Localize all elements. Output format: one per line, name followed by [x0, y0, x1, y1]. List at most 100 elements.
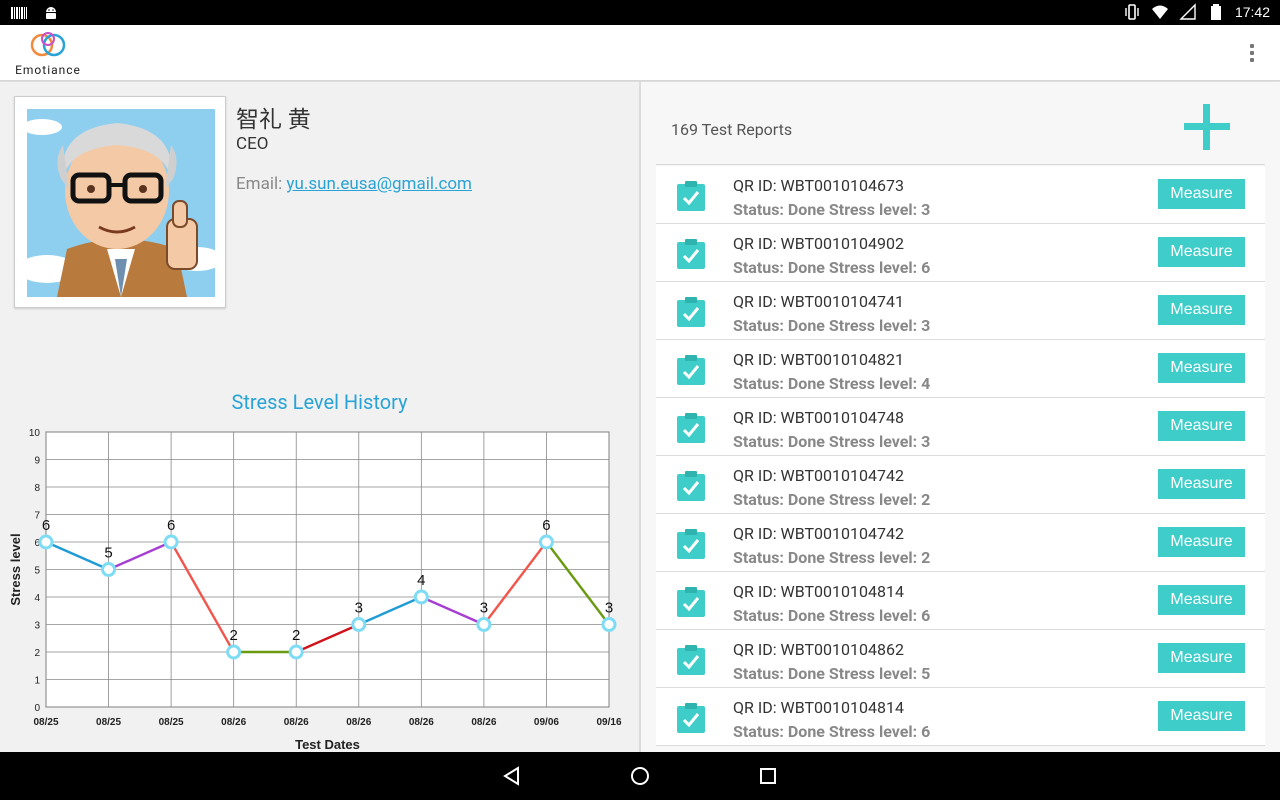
report-row[interactable]: QR ID: WBT0010104902 Status: Done Stress … — [656, 224, 1265, 282]
report-row[interactable]: QR ID: WBT0010104748 Status: Done Stress … — [656, 398, 1265, 456]
report-qr-id: QR ID: WBT0010104742 — [733, 466, 904, 485]
data-point — [38, 534, 54, 550]
data-point — [476, 617, 492, 632]
x-tick-label: 08/26 — [471, 717, 496, 728]
measure-button[interactable]: Measure — [1158, 701, 1245, 731]
measure-button[interactable]: Measure — [1158, 295, 1245, 325]
measure-button[interactable]: Measure — [1158, 585, 1245, 615]
profile-panel: 智礼 黄 CEO Email: yu.sun.eusa@gmail.com St… — [0, 82, 639, 752]
measure-button[interactable]: Measure — [1158, 643, 1245, 673]
x-tick-label: 08/26 — [284, 717, 309, 728]
avatar — [14, 96, 226, 308]
report-qr-id: QR ID: WBT0010104821 — [733, 350, 904, 369]
measure-button[interactable]: Measure — [1158, 179, 1245, 209]
report-status: Status: Done Stress level: 2 — [733, 548, 931, 567]
measure-button[interactable]: Measure — [1158, 237, 1245, 267]
x-tick-label: 09/16 — [596, 717, 621, 728]
measure-button[interactable]: Measure — [1158, 353, 1245, 383]
report-status: Status: Done Stress level: 5 — [733, 664, 931, 683]
home-icon[interactable] — [628, 764, 652, 788]
data-label: 2 — [292, 627, 300, 644]
y-tick-label: 2 — [34, 648, 40, 659]
status-time: 17:42 — [1234, 4, 1270, 20]
x-axis-label: Test Dates — [295, 737, 360, 752]
barcode-icon — [11, 7, 27, 19]
report-row[interactable]: QR ID: WBT0010104673 Status: Done Stress … — [656, 166, 1265, 224]
report-qr-id: QR ID: WBT0010104673 — [733, 176, 904, 195]
x-tick-label: 09/06 — [534, 717, 559, 728]
measure-button[interactable]: Measure — [1158, 469, 1245, 499]
measure-button[interactable]: Measure — [1158, 527, 1245, 557]
report-row[interactable]: QR ID: WBT0010104814 Status: Done Stress … — [656, 688, 1265, 746]
status-bar: 17:42 — [0, 0, 1280, 25]
avatar-illustration — [27, 109, 215, 297]
recents-icon[interactable] — [756, 764, 780, 788]
app-bar: Emotiance — [0, 25, 1280, 81]
report-qr-id: QR ID: WBT0010104902 — [733, 234, 904, 253]
data-label: 6 — [167, 517, 175, 534]
clipboard-check-icon — [677, 587, 705, 617]
reports-count: 169 Test Reports — [671, 120, 793, 139]
data-point — [413, 589, 429, 605]
report-status: Status: Done Stress level: 6 — [733, 722, 931, 741]
clipboard-check-icon — [677, 645, 705, 675]
y-tick-label: 1 — [34, 676, 40, 687]
x-tick-label: 08/25 — [96, 717, 121, 728]
profile-email: Email: yu.sun.eusa@gmail.com — [236, 174, 472, 194]
data-label: 3 — [605, 600, 613, 617]
vibrate-icon — [1125, 4, 1139, 20]
clipboard-check-icon — [677, 181, 705, 211]
back-icon[interactable] — [500, 764, 524, 788]
overflow-menu-icon[interactable] — [1244, 41, 1260, 65]
profile-title: CEO — [236, 134, 269, 154]
report-qr-id: QR ID: WBT0010104814 — [733, 582, 904, 601]
report-qr-id: QR ID: WBT0010104814 — [733, 698, 904, 717]
logo-mark-icon — [30, 32, 66, 57]
clipboard-check-icon — [677, 703, 705, 733]
report-row[interactable]: QR ID: WBT0010104814 Status: Done Stress … — [656, 572, 1265, 630]
report-row[interactable]: QR ID: WBT0010104741 Status: Done Stress … — [656, 282, 1265, 340]
data-label: 3 — [480, 600, 488, 617]
clipboard-check-icon — [677, 413, 705, 443]
wifi-icon — [1151, 5, 1168, 19]
measure-button[interactable]: Measure — [1158, 411, 1245, 441]
y-tick-label: 5 — [34, 566, 40, 577]
logo-text: Emotiance — [15, 63, 81, 77]
profile-name: 智礼 黄 — [236, 106, 311, 133]
y-tick-label: 9 — [34, 456, 40, 467]
report-row[interactable]: QR ID: WBT0010104862 Status: Done Stress … — [656, 630, 1265, 688]
data-point — [163, 534, 179, 550]
y-tick-label: 8 — [34, 483, 40, 494]
report-status: Status: Done Stress level: 6 — [733, 258, 931, 277]
report-qr-id: QR ID: WBT0010104742 — [733, 524, 904, 543]
data-point — [288, 644, 304, 660]
email-label: Email: — [236, 174, 287, 194]
report-list: QR ID: WBT0010104673 Status: Done Stress … — [656, 166, 1265, 746]
reports-panel: 169 Test Reports QR ID: WBT0010104673 Sta… — [641, 82, 1280, 752]
x-tick-label: 08/25 — [33, 717, 58, 728]
data-point — [226, 644, 242, 660]
data-point — [538, 534, 554, 550]
report-row[interactable]: QR ID: WBT0010104821 Status: Done Stress … — [656, 340, 1265, 398]
data-label: 6 — [542, 517, 550, 534]
y-axis-label: Stress level — [8, 533, 23, 605]
data-point — [351, 617, 367, 632]
data-label: 5 — [104, 545, 112, 562]
report-row[interactable]: QR ID: WBT0010104742 Status: Done Stress … — [656, 456, 1265, 514]
data-label: 6 — [42, 517, 50, 534]
x-tick-label: 08/26 — [409, 717, 434, 728]
report-qr-id: QR ID: WBT0010104862 — [733, 640, 904, 659]
clipboard-check-icon — [677, 355, 705, 385]
add-report-button[interactable] — [1184, 104, 1230, 150]
report-status: Status: Done Stress level: 4 — [733, 374, 931, 393]
y-tick-label: 7 — [34, 511, 40, 522]
clipboard-check-icon — [677, 471, 705, 501]
app-logo[interactable]: Emotiance — [12, 29, 84, 77]
data-point — [101, 562, 117, 577]
data-label: 3 — [355, 600, 363, 617]
y-tick-label: 10 — [29, 428, 41, 439]
report-row[interactable]: QR ID: WBT0010104742 Status: Done Stress … — [656, 514, 1265, 572]
y-tick-label: 3 — [34, 621, 40, 632]
email-link[interactable]: yu.sun.eusa@gmail.com — [286, 174, 472, 194]
battery-icon — [1210, 4, 1221, 20]
